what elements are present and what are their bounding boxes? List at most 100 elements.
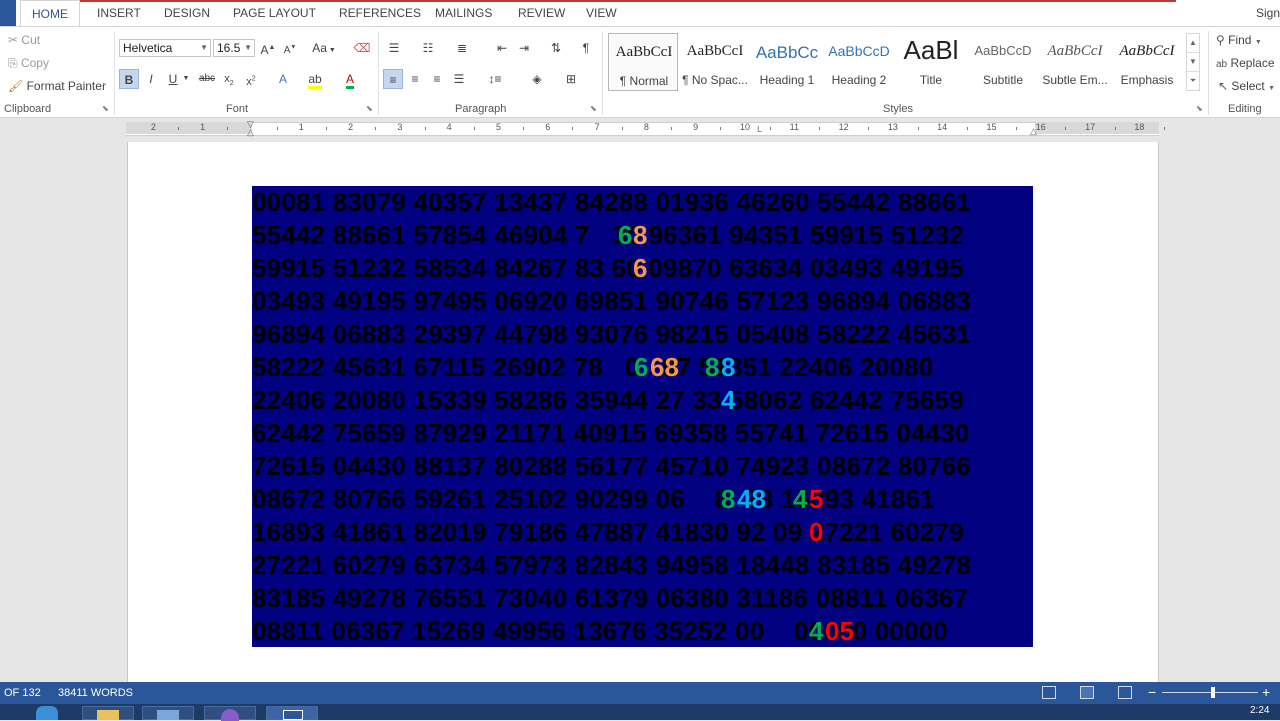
taskbar-word[interactable] — [266, 706, 318, 720]
find-button[interactable]: ⚲ Find ▼ — [1216, 33, 1262, 47]
font-family-combo[interactable]: Helvetica ▼ — [119, 39, 211, 57]
bold-button[interactable]: B — [119, 69, 139, 89]
tab-design[interactable]: DESIGN — [164, 6, 210, 20]
style-subtle-emphasis[interactable]: AaBbCcI Subtle Em... — [1040, 33, 1110, 91]
paragraph-launcher-icon[interactable]: ⬊ — [590, 105, 598, 113]
left-indent-marker-icon[interactable]: ▽ △ — [247, 120, 254, 137]
decrease-indent-button[interactable]: ⇤ — [492, 38, 512, 58]
sign-in-link[interactable]: Sign — [1256, 6, 1280, 20]
tab-references[interactable]: REFERENCES — [339, 6, 421, 20]
paint-bucket-icon: ◈ — [532, 72, 542, 86]
text-effects-button[interactable]: A — [273, 69, 293, 89]
styles-scroll[interactable]: ▲ ▼ ⏷ — [1186, 33, 1200, 91]
font-launcher-icon[interactable]: ⬊ — [366, 105, 374, 113]
select-button[interactable]: ↖ Select ▼ — [1218, 79, 1275, 93]
tab-review[interactable]: REVIEW — [518, 6, 565, 20]
taskbar-explorer[interactable] — [82, 706, 134, 720]
copy-button[interactable]: ⎘ Copy — [8, 56, 49, 71]
more-styles-icon[interactable]: ⏷ — [1187, 71, 1199, 90]
zoom-in-icon[interactable]: + — [1262, 684, 1270, 700]
tab-home[interactable]: HOME — [20, 0, 80, 26]
align-right-button[interactable]: ≡ — [427, 69, 447, 89]
ruler-number: 9 — [693, 122, 699, 132]
style-no-spacing[interactable]: AaBbCcI ¶ No Spac... — [680, 33, 750, 91]
borders-button[interactable]: ⊞ — [557, 69, 585, 89]
format-painter-button[interactable]: 🖌 Format Painter — [8, 79, 106, 93]
underline-button[interactable]: U — [163, 69, 183, 89]
bullets-button[interactable]: ☰ — [384, 38, 404, 58]
strikethrough-button[interactable]: abc — [197, 69, 217, 89]
font-color-button[interactable]: A — [340, 69, 360, 89]
ruler-tick — [1065, 127, 1067, 130]
read-mode-icon[interactable] — [1042, 686, 1056, 699]
ruler-number: 1 — [298, 122, 304, 132]
chevron-down-icon[interactable]: ▼ — [1187, 52, 1199, 71]
style-name: Heading 2 — [831, 73, 887, 87]
file-tab[interactable] — [0, 0, 16, 26]
chevron-down-icon: ▼ — [244, 43, 252, 52]
tab-stop-icon[interactable]: └ — [755, 126, 761, 136]
shrink-font-button[interactable]: A▼ — [280, 38, 300, 58]
change-case-button[interactable]: Aa ▼ — [310, 38, 338, 58]
borders-icon: ⊞ — [565, 72, 577, 86]
web-layout-icon[interactable] — [1118, 686, 1132, 699]
style-emphasis[interactable]: AaBbCcI Emphasis — [1112, 33, 1182, 91]
align-right-icon: ≡ — [433, 72, 441, 86]
clipboard-launcher-icon[interactable]: ⬊ — [102, 105, 110, 113]
increase-indent-button[interactable]: ⇥ — [514, 38, 534, 58]
ruler-tick — [868, 127, 870, 130]
cut-button[interactable]: ✂ Cut — [8, 33, 40, 47]
right-indent-marker-icon[interactable]: △ — [1030, 126, 1037, 137]
grid-row: 08811 06367 15269 49956 13676 35252 00 0… — [252, 616, 948, 646]
chevron-up-icon[interactable]: ▲ — [1187, 34, 1199, 52]
tab-insert[interactable]: INSERT — [97, 6, 141, 20]
line-spacing-button[interactable]: ↕≡ — [481, 69, 509, 89]
grow-font-button[interactable]: A▲ — [258, 38, 278, 58]
zoom-slider-track[interactable] — [1162, 692, 1258, 693]
font-size-combo[interactable]: 16.5 ▼ — [213, 39, 255, 57]
page-count[interactable]: OF 132 — [4, 687, 41, 699]
taskbar-app[interactable] — [142, 706, 194, 720]
superscript-button[interactable]: x2 — [241, 69, 261, 89]
align-left-button[interactable]: ≡ — [383, 69, 403, 89]
numbering-button[interactable]: ☷ — [418, 38, 438, 58]
underline-dropdown[interactable]: ▼ — [181, 69, 191, 89]
subscript-button[interactable]: x2 — [219, 69, 239, 89]
font-family-value: Helvetica — [123, 41, 173, 55]
italic-button[interactable]: I — [141, 69, 161, 89]
tab-mailings[interactable]: MAILINGS — [435, 6, 492, 20]
style-title[interactable]: AaBl Title — [896, 33, 966, 91]
word-count[interactable]: 38411 WORDS — [58, 687, 133, 699]
styles-launcher-icon[interactable]: ⬊ — [1196, 105, 1204, 113]
align-center-button[interactable]: ≡ — [405, 69, 425, 89]
ruler-number: 13 — [887, 122, 898, 132]
justify-button[interactable]: ☰ — [449, 69, 469, 89]
print-layout-icon[interactable] — [1080, 686, 1094, 699]
style-name: Title — [919, 73, 943, 87]
highlight-digit: 8 — [633, 220, 648, 250]
zoom-slider-thumb[interactable] — [1211, 687, 1215, 698]
multilevel-list-button[interactable]: ≣ — [452, 38, 472, 58]
style-heading-1[interactable]: AaBbCc Heading 1 — [752, 33, 822, 91]
style-heading-2[interactable]: AaBbCcD Heading 2 — [824, 33, 894, 91]
highlight-digit: 8 — [721, 352, 736, 382]
style-normal[interactable]: AaBbCcI ¶ Normal — [608, 33, 678, 91]
shading-button[interactable]: ◈ — [523, 69, 551, 89]
style-subtitle[interactable]: AaBbCcD Subtitle — [968, 33, 1038, 91]
zoom-out-icon[interactable]: − — [1148, 684, 1156, 700]
tab-page-layout[interactable]: PAGE LAYOUT — [233, 6, 316, 20]
highlight-digit: 4 — [721, 385, 736, 415]
font-group-label: Font — [226, 103, 249, 115]
show-marks-button[interactable]: ¶ — [576, 38, 596, 58]
number-grid[interactable]: 00081 83079 40357 13437 84288 01936 4626… — [252, 186, 1033, 647]
ruler-tick — [276, 127, 278, 130]
sort-button[interactable]: ⇅ — [546, 38, 566, 58]
chevron-down-icon: ▼ — [200, 43, 208, 52]
taskbar-browser[interactable] — [204, 706, 256, 721]
internet-explorer-icon[interactable] — [36, 706, 58, 720]
tab-view[interactable]: VIEW — [586, 6, 617, 20]
clear-formatting-button[interactable]: ⌫ — [352, 38, 372, 58]
highlight-color-button[interactable]: ab — [305, 69, 325, 89]
style-name: ¶ No Spac... — [682, 73, 748, 87]
replace-button[interactable]: ab Replace — [1216, 56, 1275, 70]
